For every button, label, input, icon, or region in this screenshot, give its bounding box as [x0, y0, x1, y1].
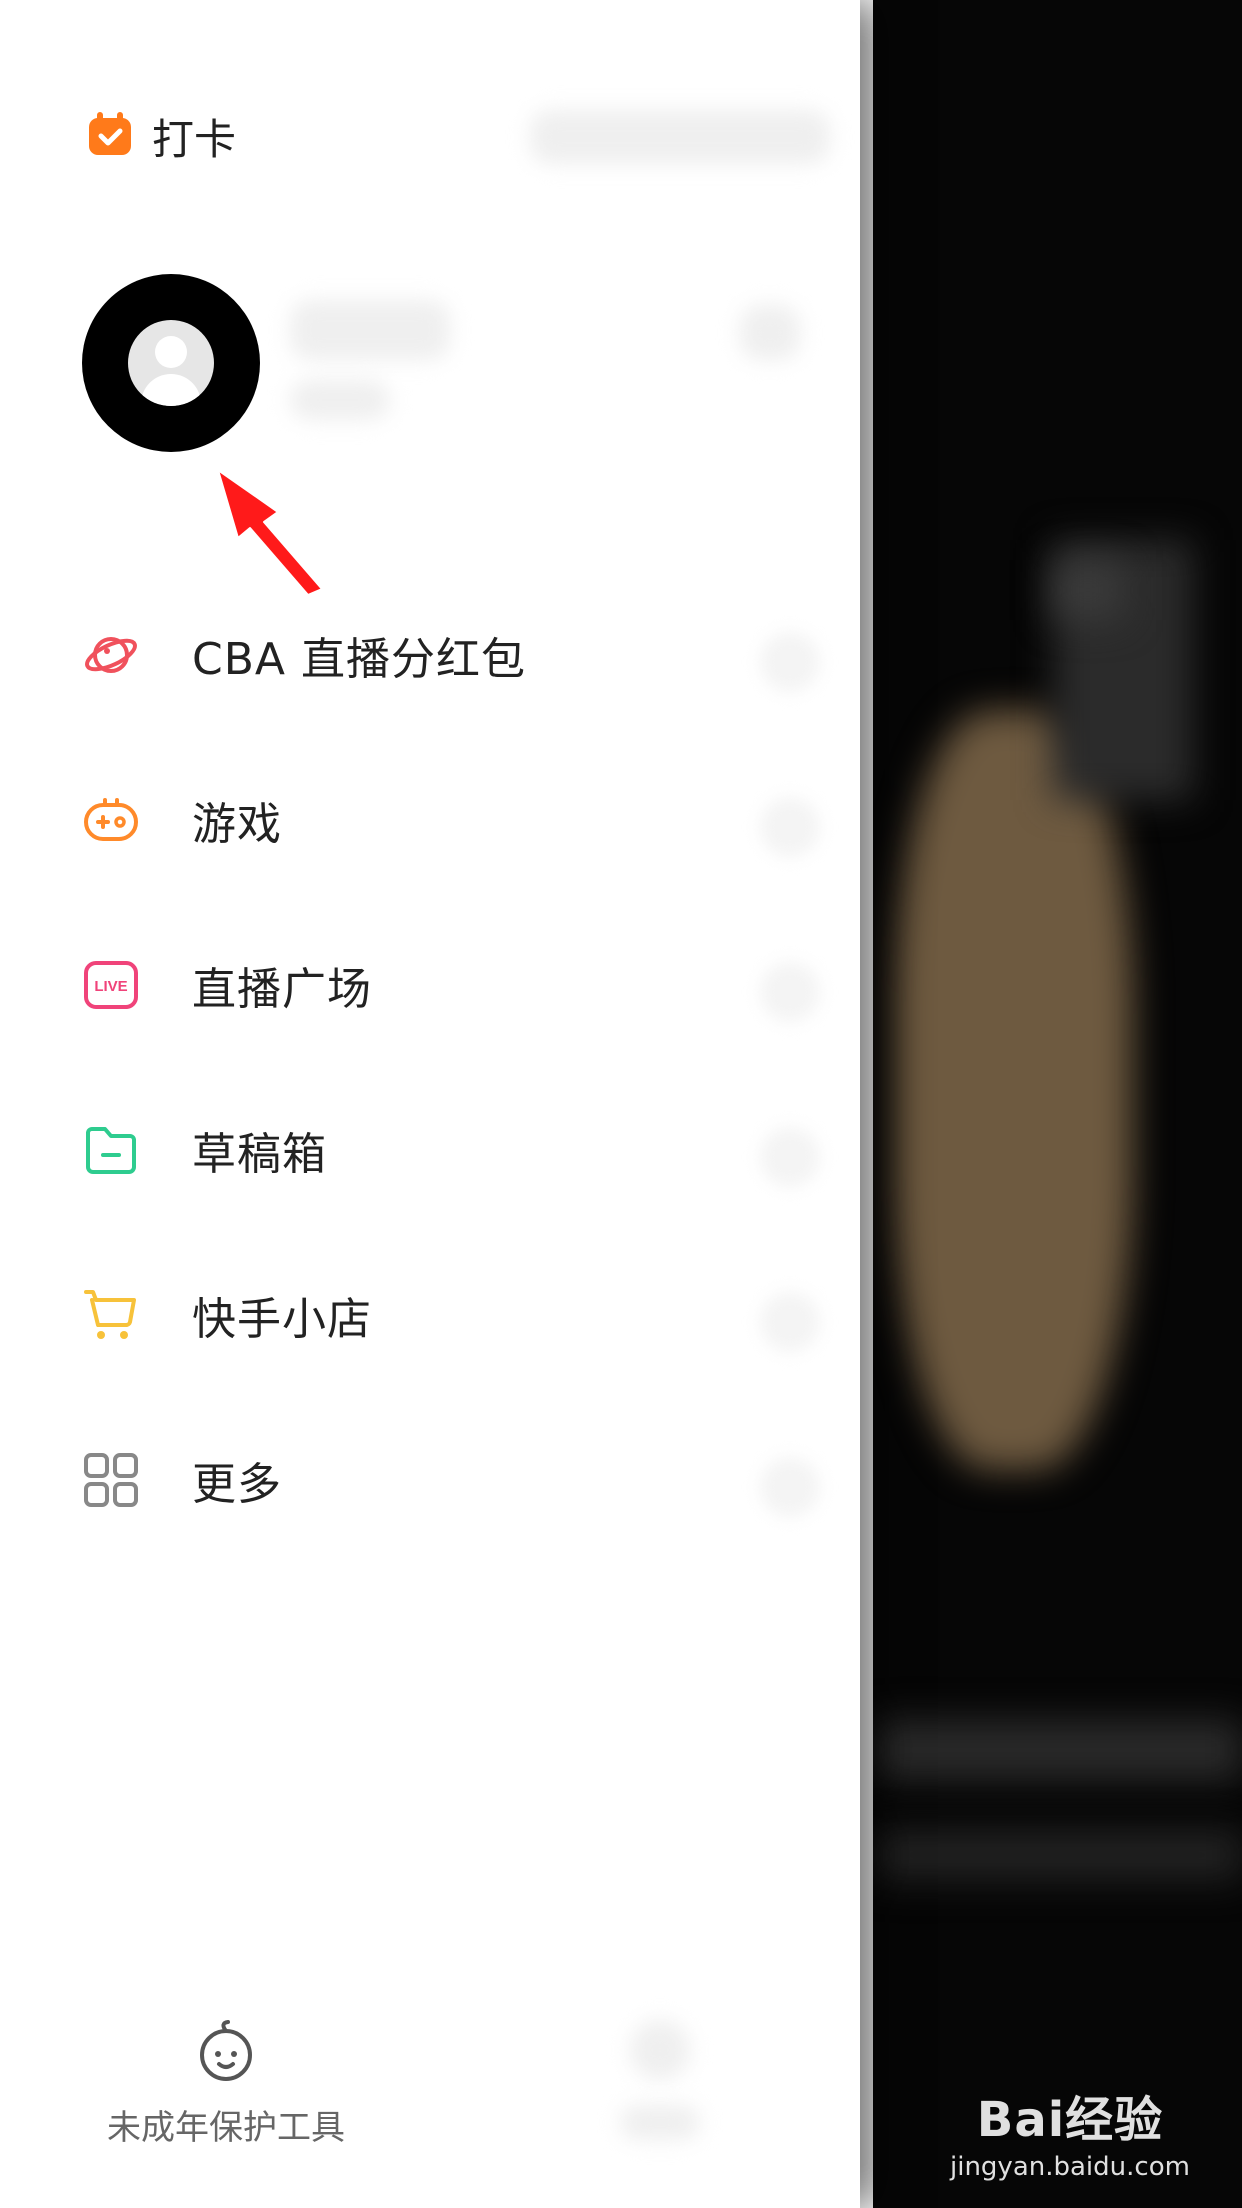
background-video-area	[873, 0, 1242, 2208]
blurred-user-id	[290, 380, 390, 420]
cart-icon	[80, 1284, 142, 1346]
blurred-shape	[1053, 560, 1123, 620]
minor-protection-button[interactable]: 未成年保护工具	[86, 2020, 366, 2149]
watermark: Bai经验 jingyan.baidu.com	[950, 2080, 1190, 2182]
blurred-menu-badge	[760, 632, 820, 692]
blurred-menu-badge	[760, 962, 820, 1022]
blurred-username	[290, 300, 450, 360]
menu-item-label: 更多	[192, 1459, 282, 1510]
menu-item-cba[interactable]: CBA 直播分红包	[80, 620, 780, 690]
watermark-brand: Bai经验	[976, 2092, 1164, 2148]
menu-item-more[interactable]: 更多	[80, 1445, 780, 1515]
menu-item-live-square[interactable]: LIVE 直播广场	[80, 950, 780, 1020]
watermark-url: jingyan.baidu.com	[950, 2152, 1190, 2182]
menu-item-label: 快手小店	[192, 1294, 372, 1345]
annotation-arrow-icon	[217, 469, 323, 594]
blurred-menu-badge	[760, 797, 820, 857]
baby-face-icon	[194, 2020, 258, 2088]
blurred-footer-label	[620, 2105, 700, 2140]
checkin-button[interactable]: 打卡	[86, 110, 236, 164]
checkin-label: 打卡	[152, 114, 237, 164]
menu-item-label: 草稿箱	[192, 1129, 327, 1180]
blurred-footer-icon	[630, 2020, 690, 2080]
live-icon: LIVE	[80, 954, 142, 1016]
svg-text:LIVE: LIVE	[94, 978, 127, 995]
blurred-profile-action	[740, 305, 800, 360]
gamepad-icon	[80, 789, 142, 851]
blurred-caption	[873, 1830, 1242, 1880]
folder-icon	[80, 1119, 142, 1181]
menu-item-label: 直播广场	[192, 964, 372, 1015]
menu-item-games[interactable]: 游戏	[80, 785, 780, 855]
menu-item-drafts[interactable]: 草稿箱	[80, 1115, 780, 1185]
planet-icon	[80, 624, 142, 686]
blurred-figure	[893, 710, 1133, 1470]
avatar[interactable]	[82, 274, 260, 452]
menu-item-shop[interactable]: 快手小店	[80, 1280, 780, 1350]
menu-item-label: 游戏	[192, 799, 282, 850]
minor-protection-label: 未成年保护工具	[107, 2108, 345, 2148]
blurred-menu-badge	[760, 1292, 820, 1352]
menu-item-label: CBA 直播分红包	[192, 634, 526, 685]
blurred-caption	[873, 1720, 1242, 1780]
grid-icon	[80, 1449, 142, 1511]
blurred-menu-badge	[760, 1127, 820, 1187]
blurred-menu-badge	[760, 1457, 820, 1517]
side-drawer: 打卡 CBA 直播分红包 游戏 LIVE 直播广场 草稿箱 快手小店 更多 未成…	[0, 0, 860, 2208]
default-user-icon	[128, 320, 214, 406]
calendar-check-icon	[86, 110, 134, 162]
blurred-header-items	[530, 110, 830, 164]
